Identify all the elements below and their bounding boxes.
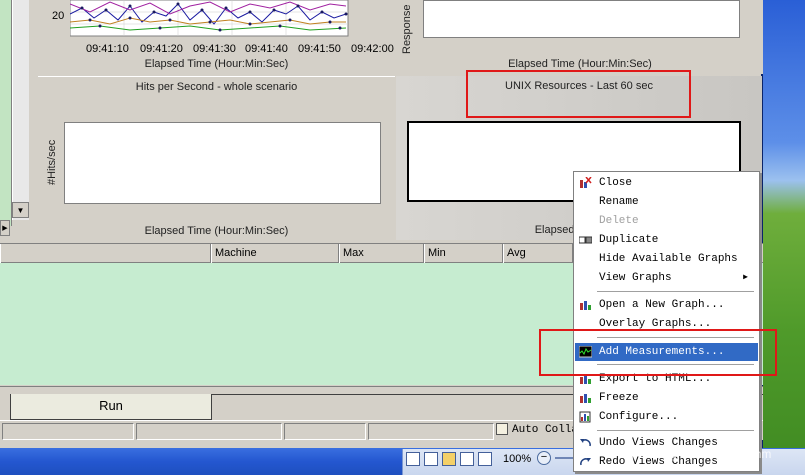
left-tree-area <box>0 0 12 226</box>
column-header-machine[interactable]: Machine <box>211 244 339 263</box>
scroll-down-button[interactable]: ▼ <box>12 202 29 218</box>
fit-width-view-icon[interactable] <box>442 452 456 466</box>
column-header-blank[interactable] <box>0 244 211 263</box>
menu-item-label: Close <box>599 177 633 189</box>
status-cell <box>368 423 494 440</box>
menu-item-label: Freeze <box>599 392 639 404</box>
menu-item-hide-available-graphs[interactable]: Hide Available Graphs <box>575 250 758 268</box>
menu-item-delete: Delete <box>575 212 758 230</box>
undo-icon <box>580 439 591 447</box>
x-axis-label: Elapsed Time (Hour:Min:Sec) <box>508 58 652 70</box>
graph-running-vusers[interactable]: 20 09:41:10 09:41:20 09:41:30 09:41:40 0… <box>38 0 395 74</box>
graph-transaction-response-time[interactable]: Response Elapsed Time (Hour:Min:Sec) <box>397 0 763 74</box>
y-axis-label: Response <box>401 4 413 54</box>
x-axis-label: Elapsed Time (Hour:Min:Sec) <box>144 225 289 237</box>
desktop-background <box>763 0 805 475</box>
column-header-min[interactable]: Min <box>424 244 503 263</box>
menu-item-label: View Graphs <box>599 272 672 284</box>
menu-item-open-new-graph[interactable]: Open a New Graph... <box>575 296 758 314</box>
line-plot-area <box>70 0 349 37</box>
minus-icon: − <box>540 451 548 463</box>
graph-context-menu: Close Rename Delete Duplicate Hide Avail… <box>573 171 760 472</box>
y-axis-label: #Hits/sec <box>46 139 58 185</box>
new-graph-icon <box>580 301 591 310</box>
menu-item-label: Delete <box>599 215 639 227</box>
x-tick-label: 09:41:30 <box>193 43 236 55</box>
two-page-view-icon[interactable] <box>424 452 438 466</box>
status-cell <box>284 423 366 440</box>
menu-item-label: Hide Available Graphs <box>599 253 738 265</box>
column-header-max[interactable]: Max <box>339 244 424 263</box>
single-page-view-icon[interactable] <box>406 452 420 466</box>
graph-title: Hits per Second - whole scenario <box>135 81 298 93</box>
thumbnail-view-icon[interactable] <box>460 452 474 466</box>
menu-item-rename[interactable]: Rename <box>575 193 758 211</box>
zoom-level: 100% <box>503 453 532 465</box>
status-cell <box>2 423 134 440</box>
collate-icon <box>496 423 508 436</box>
zoom-out-button[interactable]: − <box>537 451 551 465</box>
watermark-text: https://blog.csdn.net/sun_hm <box>618 447 772 461</box>
menu-item-configure[interactable]: Configure... <box>575 408 758 426</box>
annotation-highlight-add-measurements <box>539 329 777 376</box>
configure-icon <box>579 411 591 423</box>
x-axis-label: Elapsed Time (Hour:Min:Sec) <box>144 58 289 70</box>
vertical-scrollbar[interactable] <box>12 0 29 220</box>
status-cell <box>136 423 282 440</box>
arrow-down-icon: ▼ <box>16 205 25 215</box>
menu-item-close[interactable]: Close <box>575 174 758 192</box>
y-tick-label: 20 <box>52 10 65 22</box>
arrow-right-icon: ▶ <box>2 225 8 232</box>
close-graph-icon <box>580 177 592 188</box>
graph-hits-per-second[interactable]: Hits per Second - whole scenario #Hits/s… <box>38 76 395 240</box>
x-tick-label: 09:41:20 <box>140 43 183 55</box>
duplicate-icon <box>579 236 592 244</box>
menu-item-label: Configure... <box>599 411 679 423</box>
freeze-icon <box>580 394 591 403</box>
menu-separator <box>597 430 754 431</box>
scroll-right-button[interactable]: ▶ <box>0 220 10 236</box>
x-tick-label: 09:41:50 <box>298 43 341 55</box>
plot-area <box>64 122 381 204</box>
x-tick-label: 09:42:00 <box>351 43 394 55</box>
menu-item-label: Duplicate <box>599 234 659 246</box>
submenu-arrow-icon: ▶ <box>743 273 748 282</box>
menu-item-label: Rename <box>599 196 639 208</box>
redo-icon <box>580 458 591 466</box>
x-tick-label: 09:41:40 <box>245 43 288 55</box>
menu-item-duplicate[interactable]: Duplicate <box>575 231 758 249</box>
menu-separator <box>597 291 754 292</box>
column-header-avg[interactable]: Avg <box>503 244 573 263</box>
menu-item-view-graphs[interactable]: View Graphs ▶ <box>575 269 758 287</box>
plot-area <box>423 0 740 38</box>
auto-collate-status[interactable]: Auto Colla <box>496 422 578 439</box>
list-view-icon[interactable] <box>478 452 492 466</box>
tab-run[interactable]: Run <box>10 394 212 420</box>
annotation-highlight-unix-title <box>466 70 691 118</box>
menu-item-label: Open a New Graph... <box>599 299 725 311</box>
auto-collate-label: Auto Colla <box>512 424 579 436</box>
menu-item-freeze[interactable]: Freeze <box>575 389 758 407</box>
x-tick-label: 09:41:10 <box>86 43 129 55</box>
